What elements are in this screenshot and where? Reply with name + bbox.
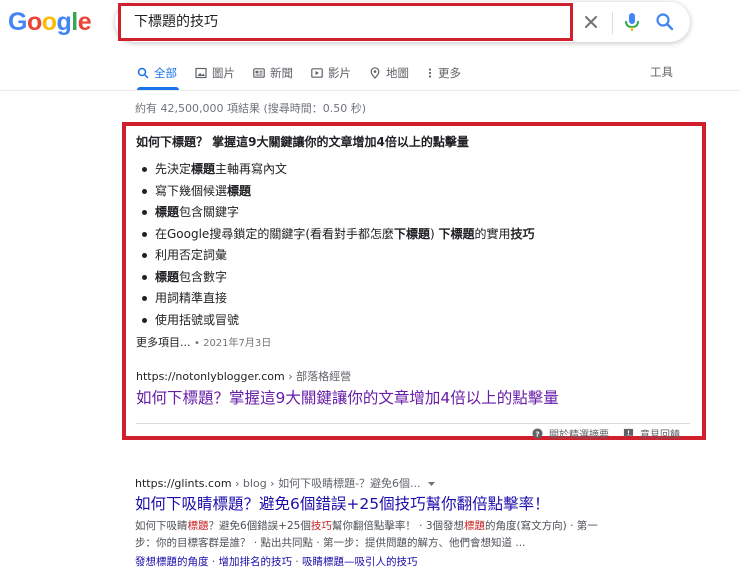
feedback-label: 意見回饋 (640, 430, 680, 441)
search-bar: 下標題的技巧 (115, 2, 690, 42)
snippet-list-item: 寫下幾個候選標題 (140, 181, 535, 203)
feedback-icon (623, 428, 634, 439)
tab-label: 地圖 (386, 66, 409, 80)
tab-label: 圖片 (212, 66, 235, 80)
snippet-breadcrumb: › 部落格經營 (288, 370, 352, 383)
tab-all[interactable]: 全部 (137, 63, 177, 83)
tab-label: 全部 (154, 66, 177, 80)
header-divider (0, 90, 740, 91)
tools-button[interactable]: 工具 (650, 64, 673, 80)
snippet-more-line: 更多項目... • 2021年7月3日 (136, 336, 272, 349)
result-sitelinks: 發想標題的角度 · 增加排名的技巧 · 吸睛標題—吸引人的技巧 (135, 556, 418, 568)
news-icon (253, 68, 265, 78)
tab-videos[interactable]: 影片 (311, 63, 351, 83)
feedback-button[interactable]: 意見回饋 (623, 426, 680, 441)
tab-label: 更多 (438, 66, 461, 80)
search-divider (612, 12, 613, 34)
snippet-url: https://notonlyblogger.com (136, 370, 285, 383)
clear-icon[interactable] (581, 12, 601, 32)
featured-snippet: 如何下標題？ 掌握這9大關鍵讓你的文章增加4倍以上的點擊量 先決定標題主軸再寫內… (122, 122, 706, 441)
snippet-title-link[interactable]: 如何下標題？掌握這9大關鍵讓你的文章增加4倍以上的點擊量 (136, 386, 559, 408)
image-icon (195, 67, 207, 79)
about-label: 關於精選摘要 (549, 430, 609, 441)
snippet-list-item: 利用否定詞彙 (140, 245, 535, 267)
about-snippets-button[interactable]: ? 關於精選摘要 (532, 426, 609, 441)
snippet-list-item: 在Google搜尋鎖定的關鍵字(看看對手都怎麼下標題) 下標題的實用技巧 (140, 224, 535, 246)
search-input[interactable]: 下標題的技巧 (118, 3, 573, 41)
more-items-link[interactable]: 更多項目... (136, 336, 191, 349)
snippet-list: 先決定標題主軸再寫內文 寫下幾個候選標題 標題包含關鍵字 在Google搜尋鎖定的關鍵… (140, 159, 535, 331)
tab-images[interactable]: 圖片 (195, 63, 235, 83)
snippet-list-item: 使用括號或冒號 (140, 310, 535, 332)
snippet-date: 2021年7月3日 (203, 338, 272, 349)
search-tabs: 全部 圖片 新聞 影片 地圖 更多 (137, 63, 479, 85)
map-pin-icon (370, 67, 380, 79)
tab-maps[interactable]: 地圖 (369, 63, 409, 83)
result-breadcrumb: › blog › 如何下吸睛標題-？避免6個... (235, 477, 421, 490)
svg-text:?: ? (535, 429, 539, 438)
result-url: https://glints.com (135, 477, 232, 490)
more-vert-icon (428, 68, 432, 78)
microphone-icon[interactable] (623, 11, 641, 33)
google-logo[interactable]: Google (8, 8, 92, 37)
caret-down-icon[interactable] (427, 480, 436, 488)
tab-more[interactable]: 更多 (427, 63, 461, 83)
tab-news[interactable]: 新聞 (253, 63, 293, 83)
result-title-link[interactable]: 如何下吸睛標題？避免6個錯誤+25個技巧幫你翻倍點擊率！ (135, 492, 550, 514)
sitelink[interactable]: 增加排名的技巧 (219, 556, 293, 568)
sitelink[interactable]: 吸睛標題—吸引人的技巧 (302, 556, 418, 568)
snippet-list-item: 用詞精準直接 (140, 288, 535, 310)
snippet-list-item: 標題包含數字 (140, 267, 535, 289)
result-source[interactable]: https://glints.com › blog › 如何下吸睛標題-？避免6… (135, 475, 436, 491)
snippet-heading: 如何下標題？ 掌握這9大關鍵讓你的文章增加4倍以上的點擊量 (136, 135, 469, 149)
result-stats: 約有 42,500,000 項結果 (搜尋時間：0.50 秒) (135, 102, 367, 115)
result-description: 如何下吸睛標題？避免6個錯誤+25個技巧幫你翻倍點擊率！ · 3個發想標題的角度… (135, 520, 598, 549)
help-icon: ? (532, 428, 543, 439)
search-icon[interactable] (655, 12, 675, 32)
search-icon (137, 67, 149, 79)
tab-label: 新聞 (270, 66, 293, 80)
video-icon (311, 68, 323, 78)
snippet-list-item: 先決定標題主軸再寫內文 (140, 159, 535, 181)
snippet-source[interactable]: https://notonlyblogger.com › 部落格經營 (136, 368, 351, 384)
sitelink[interactable]: 發想標題的角度 (135, 556, 209, 568)
tab-label: 影片 (328, 66, 351, 80)
snippet-divider (136, 423, 690, 424)
snippet-footer: ? 關於精選摘要 意見回饋 (518, 426, 680, 441)
snippet-list-item: 標題包含關鍵字 (140, 202, 535, 224)
